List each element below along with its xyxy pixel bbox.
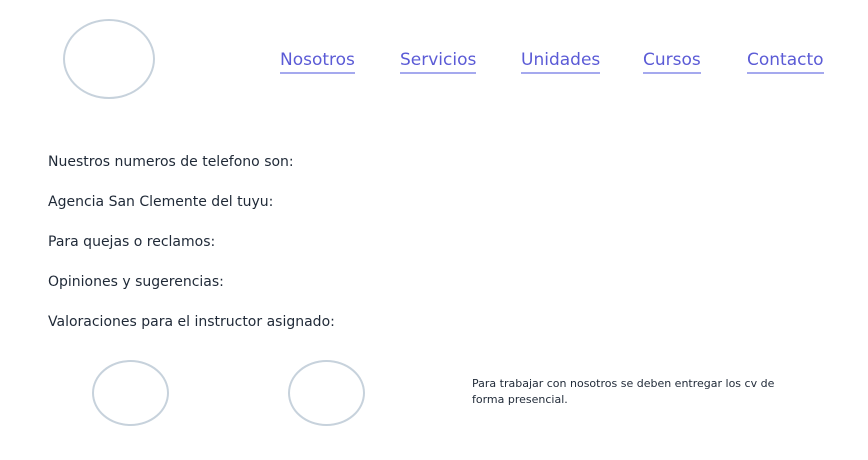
jobs-note: Para trabajar con nosotros se deben entr… bbox=[472, 377, 775, 406]
image-placeholder-middle bbox=[288, 360, 365, 426]
contact-info-section: Nuestros numeros de telefono son: Agenci… bbox=[48, 150, 548, 350]
instructor-rating-label: Valoraciones para el instructor asignado… bbox=[48, 314, 335, 330]
nav-link-nosotros[interactable]: Nosotros bbox=[280, 48, 355, 74]
feedback-phone-label: Opiniones y sugerencias: bbox=[48, 274, 224, 290]
agency-phone-label: Agencia San Clemente del tuyu: bbox=[48, 194, 274, 210]
nav-link-contacto[interactable]: Contacto bbox=[747, 48, 824, 74]
nav-link-unidades[interactable]: Unidades bbox=[521, 48, 601, 74]
image-placeholder-left bbox=[92, 360, 169, 426]
nav-link-servicios[interactable]: Servicios bbox=[400, 48, 477, 74]
complaints-phone-label: Para quejas o reclamos: bbox=[48, 234, 216, 250]
nav-link-cursos[interactable]: Cursos bbox=[643, 48, 701, 74]
logo-placeholder bbox=[63, 19, 155, 99]
main-navigation: Nosotros Servicios Unidades Cursos Conta… bbox=[280, 48, 824, 78]
phone-numbers-heading: Nuestros numeros de telefono son: bbox=[48, 154, 294, 170]
